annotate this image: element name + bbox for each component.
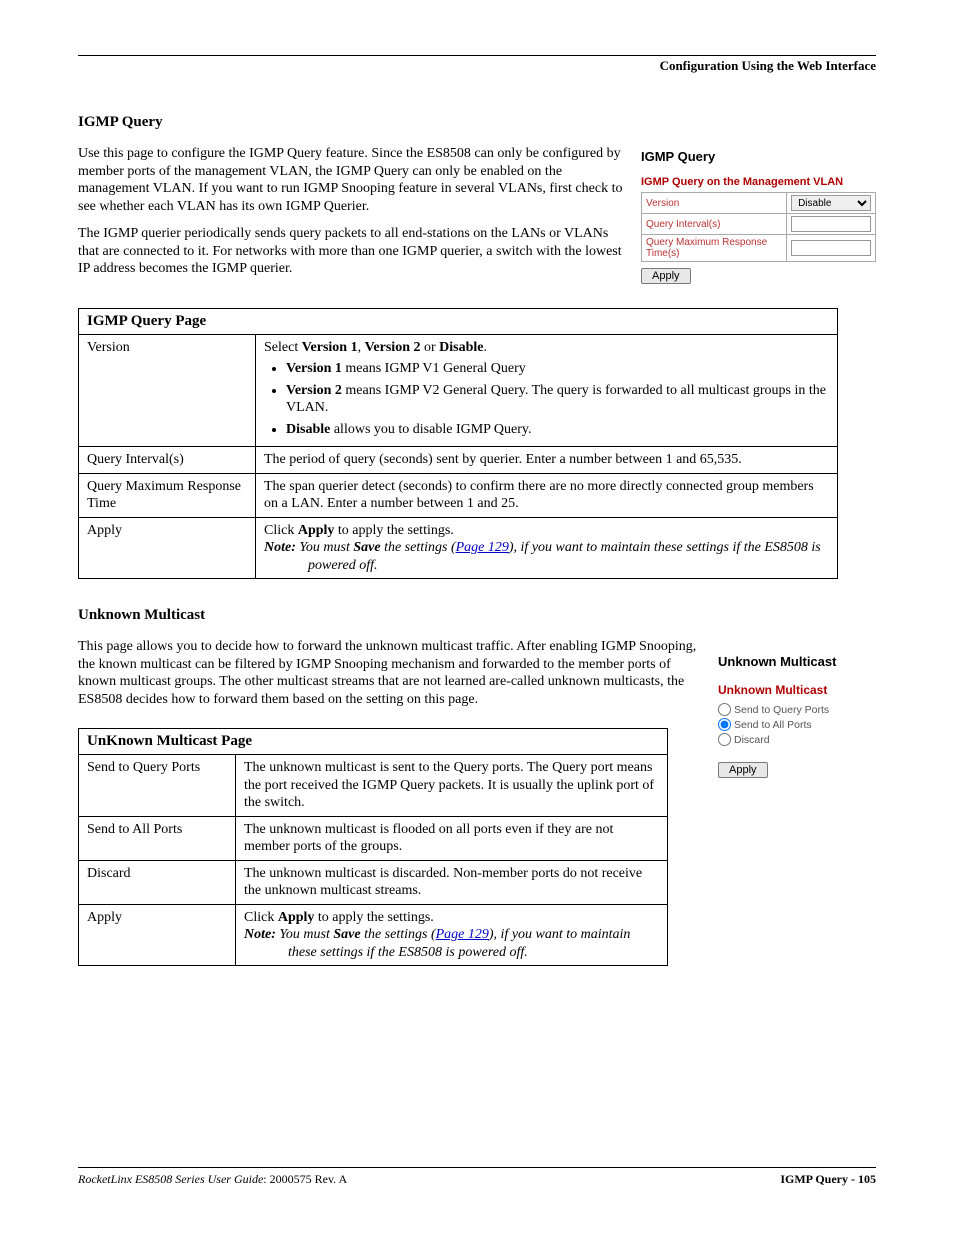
row-sqp-desc: The unknown multicast is sent to the Que… xyxy=(236,755,668,817)
igmp-para2: The IGMP querier periodically sends quer… xyxy=(78,225,623,278)
header-rule xyxy=(78,55,876,56)
version-label: Version xyxy=(642,193,787,214)
radio-opt1-label: Send to Query Ports xyxy=(734,704,829,716)
radio-opt1-input[interactable] xyxy=(718,703,731,716)
um-apply-button[interactable]: Apply xyxy=(718,762,768,778)
footer-rule xyxy=(78,1167,876,1168)
row-qmrt-label: Query Maximum Response Time xyxy=(79,473,256,517)
um-panel-title: Unknown Multicast xyxy=(718,654,858,669)
radio-opt2-label: Send to All Ports xyxy=(734,719,812,731)
um-param-table: UnKnown Multicast Page Send to Query Por… xyxy=(78,728,668,966)
igmp-panel: IGMP Query IGMP Query on the Management … xyxy=(641,149,876,284)
row-um-apply-desc: Click Apply to apply the settings. Note:… xyxy=(236,904,668,966)
igmp-panel-subtitle: IGMP Query on the Management VLAN xyxy=(641,176,876,188)
page-129-link-2[interactable]: Page 129 xyxy=(436,927,489,942)
interval-input[interactable] xyxy=(791,216,871,232)
igmp-apply-button[interactable]: Apply xyxy=(641,268,691,284)
footer-right: IGMP Query - 105 xyxy=(780,1172,876,1187)
radio-opt3-input[interactable] xyxy=(718,733,731,746)
qmrt-label: Query Maximum Response Time(s) xyxy=(642,235,787,262)
um-para: This page allows you to decide how to fo… xyxy=(78,638,700,708)
row-version-desc: Select Version 1, Version 2 or Disable. … xyxy=(256,334,838,447)
page-129-link[interactable]: Page 129 xyxy=(456,540,509,555)
row-discard-label: Discard xyxy=(79,860,236,904)
row-apply-desc: Click Apply to apply the settings. Note:… xyxy=(256,517,838,579)
row-sap-label: Send to All Ports xyxy=(79,816,236,860)
qmrt-input[interactable] xyxy=(791,240,871,256)
row-version-label: Version xyxy=(79,334,256,447)
igmp-para1: Use this page to configure the IGMP Quer… xyxy=(78,145,623,215)
row-discard-desc: The unknown multicast is discarded. Non-… xyxy=(236,860,668,904)
radio-discard[interactable]: Discard xyxy=(718,733,858,746)
radio-opt3-label: Discard xyxy=(734,734,770,746)
row-sqp-label: Send to Query Ports xyxy=(79,755,236,817)
row-sap-desc: The unknown multicast is flooded on all … xyxy=(236,816,668,860)
igmp-table-caption: IGMP Query Page xyxy=(79,308,838,334)
footer-left: RocketLinx ES8508 Series User Guide: 200… xyxy=(78,1172,347,1187)
radio-send-query-ports[interactable]: Send to Query Ports xyxy=(718,703,858,716)
radio-opt2-input[interactable] xyxy=(718,718,731,731)
version-select[interactable]: Disable xyxy=(791,195,871,211)
row-qmrt-desc: The span querier detect (seconds) to con… xyxy=(256,473,838,517)
page-footer: RocketLinx ES8508 Series User Guide: 200… xyxy=(78,1167,876,1187)
interval-label: Query Interval(s) xyxy=(642,214,787,235)
igmp-heading: IGMP Query xyxy=(78,114,876,131)
radio-send-all-ports[interactable]: Send to All Ports xyxy=(718,718,858,731)
running-header: Configuration Using the Web Interface xyxy=(78,58,876,74)
igmp-param-table: IGMP Query Page Version Select Version 1… xyxy=(78,308,838,580)
um-panel-subtitle: Unknown Multicast xyxy=(718,683,858,697)
row-um-apply-label: Apply xyxy=(79,904,236,966)
um-table-caption: UnKnown Multicast Page xyxy=(79,729,668,755)
um-heading: Unknown Multicast xyxy=(78,607,876,624)
row-apply-label: Apply xyxy=(79,517,256,579)
row-interval-label: Query Interval(s) xyxy=(79,447,256,474)
igmp-panel-table: Version Disable Query Interval(s) Query … xyxy=(641,192,876,262)
row-interval-desc: The period of query (seconds) sent by qu… xyxy=(256,447,838,474)
um-panel: Unknown Multicast Unknown Multicast Send… xyxy=(718,654,858,778)
igmp-panel-title: IGMP Query xyxy=(641,149,876,164)
